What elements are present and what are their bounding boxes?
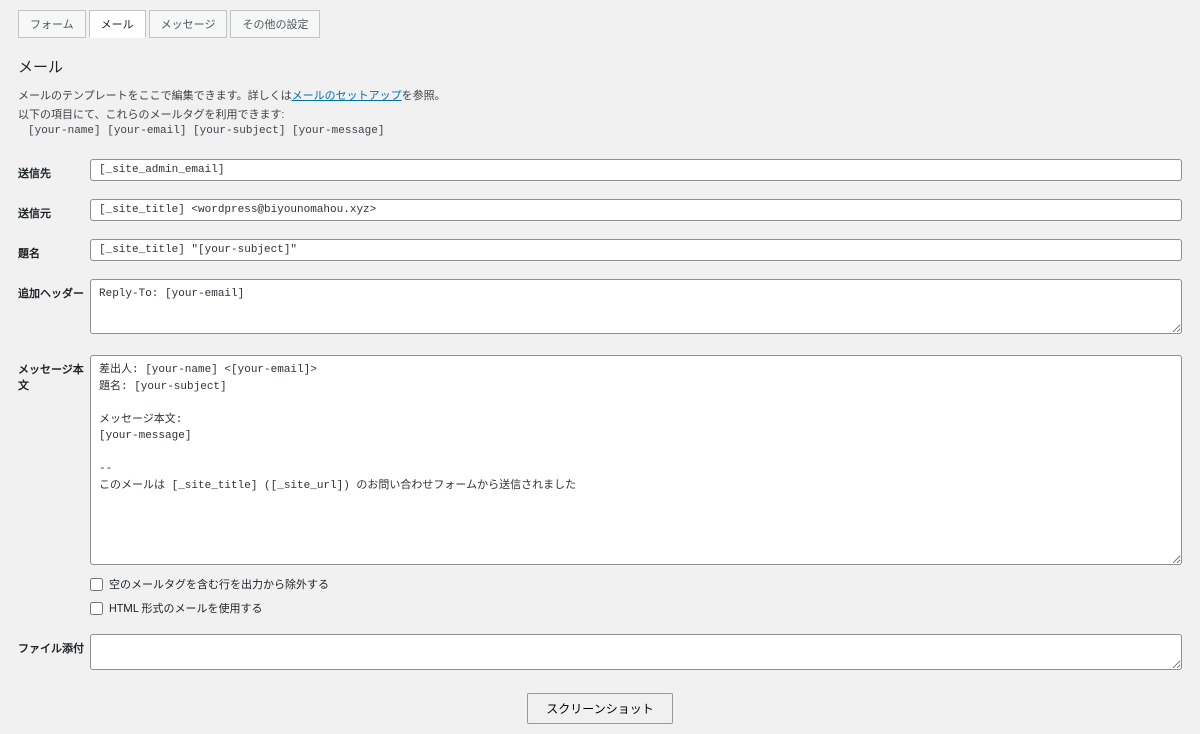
section-title: メール bbox=[18, 56, 1182, 77]
label-headers: 追加ヘッダー bbox=[18, 279, 90, 301]
checkbox-exclude-blank[interactable] bbox=[90, 578, 103, 591]
intro-after: を参照。 bbox=[402, 89, 446, 102]
bottom-button-wrap: スクリーンショット bbox=[18, 693, 1182, 724]
row-headers: 追加ヘッダー bbox=[18, 279, 1182, 337]
tab-form[interactable]: フォーム bbox=[18, 10, 86, 38]
textarea-body[interactable] bbox=[90, 355, 1182, 565]
label-subject: 題名 bbox=[18, 239, 90, 261]
tab-messages[interactable]: メッセージ bbox=[149, 10, 228, 38]
checkbox-use-html[interactable] bbox=[90, 602, 103, 615]
row-to: 送信先 bbox=[18, 159, 1182, 181]
textarea-headers[interactable] bbox=[90, 279, 1182, 334]
label-from: 送信元 bbox=[18, 199, 90, 221]
input-from[interactable] bbox=[90, 199, 1182, 221]
label-to: 送信先 bbox=[18, 159, 90, 181]
checkbox-use-html-label[interactable]: HTML 形式のメールを使用する bbox=[109, 600, 263, 616]
row-subject: 題名 bbox=[18, 239, 1182, 261]
tags-list: [your-name] [your-email] [your-subject] … bbox=[28, 125, 1182, 137]
intro-text: メールのテンプレートをここで編集できます。詳しくはメールのセットアップを参照。 bbox=[18, 87, 1182, 103]
checkbox-use-html-row: HTML 形式のメールを使用する bbox=[90, 600, 1182, 616]
setup-link[interactable]: メールのセットアップ bbox=[292, 89, 402, 102]
input-to[interactable] bbox=[90, 159, 1182, 181]
label-body: メッセージ本文 bbox=[18, 355, 90, 393]
checkbox-exclude-blank-row: 空のメールタグを含む行を出力から除外する bbox=[90, 576, 1182, 592]
screenshot-button[interactable]: スクリーンショット bbox=[527, 693, 672, 724]
tab-bar: フォーム メール メッセージ その他の設定 bbox=[18, 10, 1182, 38]
intro-before: メールのテンプレートをここで編集できます。詳しくは bbox=[18, 89, 292, 102]
row-attach: ファイル添付 bbox=[18, 634, 1182, 673]
tags-label: 以下の項目にて、これらのメールタグを利用できます: bbox=[18, 106, 1182, 122]
row-from: 送信元 bbox=[18, 199, 1182, 221]
tab-other[interactable]: その他の設定 bbox=[230, 10, 320, 38]
input-subject[interactable] bbox=[90, 239, 1182, 261]
tab-mail[interactable]: メール bbox=[89, 10, 146, 38]
checkbox-exclude-blank-label[interactable]: 空のメールタグを含む行を出力から除外する bbox=[109, 576, 329, 592]
label-attach: ファイル添付 bbox=[18, 634, 90, 656]
row-body: メッセージ本文 空のメールタグを含む行を出力から除外する HTML 形式のメール… bbox=[18, 355, 1182, 616]
textarea-attach[interactable] bbox=[90, 634, 1182, 670]
